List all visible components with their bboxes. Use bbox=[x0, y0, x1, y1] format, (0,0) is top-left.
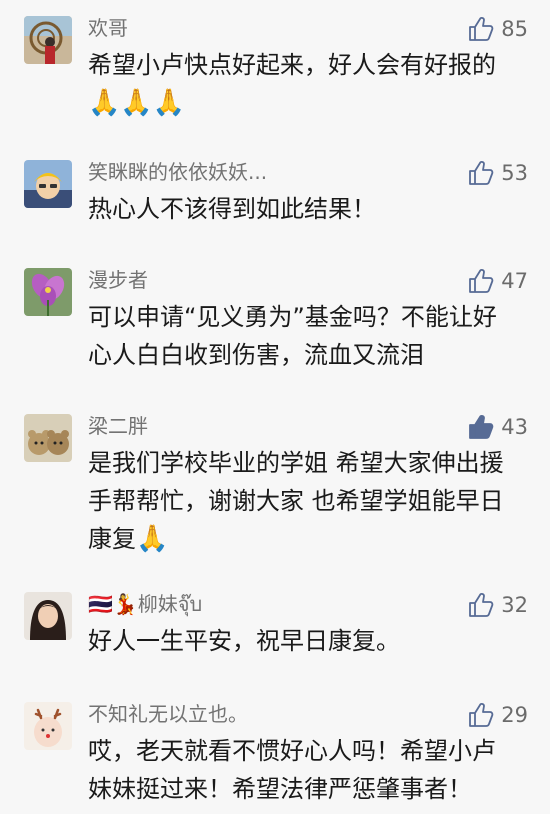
photo-avatar-woman-icon bbox=[24, 592, 72, 640]
like-count: 43 bbox=[501, 415, 528, 439]
pray-emoji: 🙏🙏🙏 bbox=[88, 88, 186, 118]
like-button[interactable]: 47 bbox=[467, 267, 528, 295]
photo-avatar-bears-icon bbox=[24, 414, 72, 462]
avatar[interactable] bbox=[24, 592, 72, 640]
thumbs-up-outline-icon bbox=[469, 703, 494, 727]
comment-username[interactable]: 🇹🇭💃柳妹จุ๊บ bbox=[88, 590, 202, 618]
thumbs-up-outline-icon bbox=[469, 17, 494, 41]
avatar[interactable] bbox=[24, 268, 72, 316]
comment-list: 欢哥 85 希望小卢快点好起来，好人会有好报的 🙏🙏🙏 笑眯眯的依依妖妖... bbox=[0, 0, 550, 814]
like-count: 29 bbox=[501, 703, 528, 727]
like-button[interactable]: 32 bbox=[467, 591, 528, 619]
photo-avatar-child-icon bbox=[24, 160, 72, 208]
like-button[interactable]: 29 bbox=[467, 701, 528, 729]
like-count: 32 bbox=[501, 593, 528, 617]
pray-emoji: 🙏 bbox=[136, 524, 169, 554]
photo-avatar-person-icon bbox=[24, 16, 72, 64]
comment-text: 好人一生平安，祝早日康复。 bbox=[88, 622, 528, 660]
comment-text: 希望小卢快点好起来，好人会有好报的 🙏🙏🙏 bbox=[88, 46, 528, 122]
comment-username[interactable]: 欢哥 bbox=[88, 14, 128, 42]
avatar[interactable] bbox=[24, 160, 72, 208]
comment-text-body: 可以申请“见义勇为”基金吗？不能让好 心人白白收到伤害，流血又流泪 bbox=[88, 303, 497, 369]
like-count: 85 bbox=[501, 17, 528, 41]
thumbs-up-outline-icon bbox=[469, 161, 494, 185]
avatar[interactable] bbox=[24, 702, 72, 750]
comment-text-body: 哎，老天就看不惯好心人吗！希望小卢 妹妹挺过来！希望法律严惩肇事者！ bbox=[88, 737, 496, 803]
like-count: 53 bbox=[501, 161, 528, 185]
photo-avatar-flower-icon bbox=[24, 268, 72, 316]
comment-username[interactable]: 笑眯眯的依依妖妖... bbox=[88, 158, 267, 186]
comment-text: 热心人不该得到如此结果！ bbox=[88, 190, 528, 228]
thumbs-up-outline-icon bbox=[469, 593, 494, 617]
comment-text-body: 希望小卢快点好起来，好人会有好报的 bbox=[88, 51, 496, 79]
comment-username[interactable]: 不知礼无以立也。 bbox=[88, 700, 248, 728]
like-button[interactable]: 43 bbox=[467, 413, 528, 441]
photo-avatar-baby-reindeer-icon bbox=[24, 702, 72, 750]
comment-text-body: 好人一生平安，祝早日康复。 bbox=[88, 627, 400, 655]
comment-username[interactable]: 梁二胖 bbox=[88, 412, 148, 440]
thumbs-up-filled-icon bbox=[469, 415, 494, 439]
thumbs-up-outline-icon bbox=[469, 269, 494, 293]
comment-username[interactable]: 漫步者 bbox=[88, 266, 148, 294]
comment-text: 可以申请“见义勇为”基金吗？不能让好 心人白白收到伤害，流血又流泪 bbox=[88, 298, 528, 374]
comment-text: 哎，老天就看不惯好心人吗！希望小卢 妹妹挺过来！希望法律严惩肇事者！ bbox=[88, 732, 528, 808]
like-button[interactable]: 85 bbox=[467, 15, 528, 43]
avatar[interactable] bbox=[24, 414, 72, 462]
comment-text: 是我们学校毕业的学姐 希望大家伸出援 手帮帮忙，谢谢大家 也希望学姐能早日 康复… bbox=[88, 444, 528, 558]
avatar[interactable] bbox=[24, 16, 72, 64]
comment-text-body: 热心人不该得到如此结果！ bbox=[88, 195, 376, 223]
like-button[interactable]: 53 bbox=[467, 159, 528, 187]
like-count: 47 bbox=[501, 269, 528, 293]
